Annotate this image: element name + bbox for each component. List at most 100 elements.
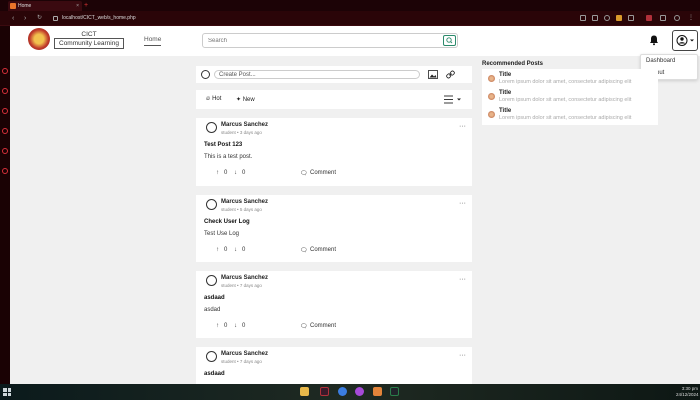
recommended-title: Title xyxy=(499,72,512,78)
site-favicon-icon xyxy=(10,3,16,9)
create-post-box: Create Post... xyxy=(196,66,472,83)
post-card[interactable]: Marcus Sanchez student • 7 days ago ··· … xyxy=(196,347,472,384)
back-icon[interactable]: ‹ xyxy=(12,14,14,23)
comment-icon[interactable]: 🗨︎ xyxy=(300,170,308,177)
forward-icon[interactable]: › xyxy=(24,14,26,23)
downvote-icon[interactable]: ↓ xyxy=(234,170,237,176)
reload-icon[interactable]: ↻ xyxy=(37,14,42,23)
flame-icon: 🔥︎ xyxy=(206,96,211,102)
hamburger-icon xyxy=(444,95,461,104)
extension-icon[interactable] xyxy=(660,15,666,21)
recommended-item[interactable]: Title Lorem ipsum dolor sit amet, consec… xyxy=(486,71,656,87)
comment-icon[interactable]: 🗨︎ xyxy=(300,323,308,330)
extension-icon[interactable] xyxy=(592,15,598,21)
post-thumbnail xyxy=(488,111,495,118)
recommended-snippet: Lorem ipsum dolor sit amet, consectetur … xyxy=(499,79,632,85)
browser-sidebar xyxy=(0,26,10,384)
upvote-count: 0 xyxy=(224,323,228,329)
post-meta: student • 7 days ago xyxy=(221,283,262,288)
comment-button[interactable]: Comment xyxy=(310,170,336,176)
post-title[interactable]: Check User Log xyxy=(204,219,250,225)
user-menu-button[interactable] xyxy=(672,30,698,51)
create-post-input[interactable]: Create Post... xyxy=(214,70,420,79)
comment-icon[interactable]: 🗨︎ xyxy=(300,247,308,254)
post-options-icon[interactable]: ··· xyxy=(459,352,466,359)
downvote-icon[interactable]: ↓ xyxy=(234,323,237,329)
extension-icon[interactable] xyxy=(580,15,586,21)
search-box xyxy=(202,33,458,48)
author-avatar-icon xyxy=(206,275,217,286)
menu-item-dashboard[interactable]: Dashboard xyxy=(641,55,697,67)
app-icon[interactable] xyxy=(338,387,347,396)
filter-hot[interactable]: 🔥︎ Hot xyxy=(206,96,221,103)
post-card[interactable]: Marcus Sanchez student • 5 days ago ··· … xyxy=(196,195,472,262)
downvote-icon[interactable]: ↓ xyxy=(234,247,237,253)
profile-icon[interactable] xyxy=(674,15,680,21)
user-avatar-icon xyxy=(201,70,210,79)
comment-button[interactable]: Comment xyxy=(310,247,336,253)
post-options-icon[interactable]: ··· xyxy=(459,200,466,207)
messenger-icon[interactable] xyxy=(355,387,364,396)
author-avatar-icon xyxy=(206,122,217,133)
upvote-icon[interactable]: ↑ xyxy=(216,170,219,176)
recommended-item[interactable]: Title Lorem ipsum dolor sit amet, consec… xyxy=(486,107,656,123)
recommended-snippet: Lorem ipsum dolor sit amet, consectetur … xyxy=(499,97,632,103)
post-card[interactable]: Marcus Sanchez student • 7 days ago ··· … xyxy=(196,271,472,338)
sidebar-app-icon[interactable] xyxy=(2,128,8,134)
terminal-icon[interactable] xyxy=(390,387,399,396)
post-title[interactable]: asdaad xyxy=(204,371,225,377)
post-author[interactable]: Marcus Sanchez xyxy=(221,122,268,128)
notification-bell-icon[interactable] xyxy=(648,34,660,46)
recommended-snippet: Lorem ipsum dolor sit amet, consectetur … xyxy=(499,115,632,121)
file-explorer-icon[interactable] xyxy=(300,387,309,396)
post-author[interactable]: Marcus Sanchez xyxy=(221,199,268,205)
filter-new[interactable]: ✦ New xyxy=(236,96,255,103)
url-field[interactable]: localhost/CICT_web/s_home.php xyxy=(52,13,572,24)
view-options-button[interactable] xyxy=(444,95,464,106)
upvote-icon[interactable]: ↑ xyxy=(216,323,219,329)
sidebar-app-icon[interactable] xyxy=(2,68,8,74)
web-page: CICT Community Learning Home Search Dash… xyxy=(10,26,700,384)
upvote-icon[interactable]: ↑ xyxy=(216,247,219,253)
post-thumbnail xyxy=(488,75,495,82)
post-author[interactable]: Marcus Sanchez xyxy=(221,351,268,357)
sidebar-app-icon[interactable] xyxy=(2,168,8,174)
recommended-list: Title Lorem ipsum dolor sit amet, consec… xyxy=(482,69,658,125)
site-info-icon[interactable] xyxy=(53,16,58,21)
search-input[interactable] xyxy=(203,34,441,47)
sidebar-app-icon[interactable] xyxy=(2,88,8,94)
cict-logo[interactable] xyxy=(28,28,50,50)
post-author[interactable]: Marcus Sanchez xyxy=(221,275,268,281)
browser-tab-bar: Home × + xyxy=(0,0,700,11)
taskbar-clock[interactable]: 3:30 pm 24/12/2024 xyxy=(676,386,699,398)
new-tab-button[interactable]: + xyxy=(84,0,88,11)
comment-button[interactable]: Comment xyxy=(310,323,336,329)
address-bar-row: ‹ › ↻ localhost/CICT_web/s_home.php ⋮ xyxy=(0,11,700,26)
image-upload-icon[interactable] xyxy=(428,70,438,79)
brand-line-1: CICT xyxy=(54,31,124,39)
post-options-icon[interactable]: ··· xyxy=(459,123,466,130)
post-body: Test Use Log xyxy=(204,231,240,237)
menu-icon[interactable]: ⋮ xyxy=(688,14,694,23)
extension-icon[interactable] xyxy=(646,15,652,21)
post-card[interactable]: Marcus Sanchez student • 3 days ago ··· … xyxy=(196,118,472,186)
upvote-count: 0 xyxy=(224,247,228,253)
search-button[interactable] xyxy=(443,35,456,46)
post-title[interactable]: Test Post 123 xyxy=(204,142,242,148)
post-options-icon[interactable]: ··· xyxy=(459,276,466,283)
extension-icon[interactable] xyxy=(604,15,610,21)
sidebar-app-icon[interactable] xyxy=(2,148,8,154)
extension-icon[interactable] xyxy=(628,15,634,21)
browser-tab[interactable]: Home × xyxy=(8,1,82,11)
close-tab-icon[interactable]: × xyxy=(76,1,79,11)
opera-gx-icon[interactable] xyxy=(320,387,329,396)
link-icon[interactable] xyxy=(446,70,455,79)
app-icon[interactable] xyxy=(373,387,382,396)
windows-start-icon[interactable] xyxy=(3,388,11,396)
post-title[interactable]: asdaad xyxy=(204,295,225,301)
sidebar-app-icon[interactable] xyxy=(2,108,8,114)
nav-home-link[interactable]: Home xyxy=(144,36,162,46)
extension-icon[interactable] xyxy=(616,15,622,21)
search-icon xyxy=(446,37,453,44)
recommended-item[interactable]: Title Lorem ipsum dolor sit amet, consec… xyxy=(486,89,656,105)
